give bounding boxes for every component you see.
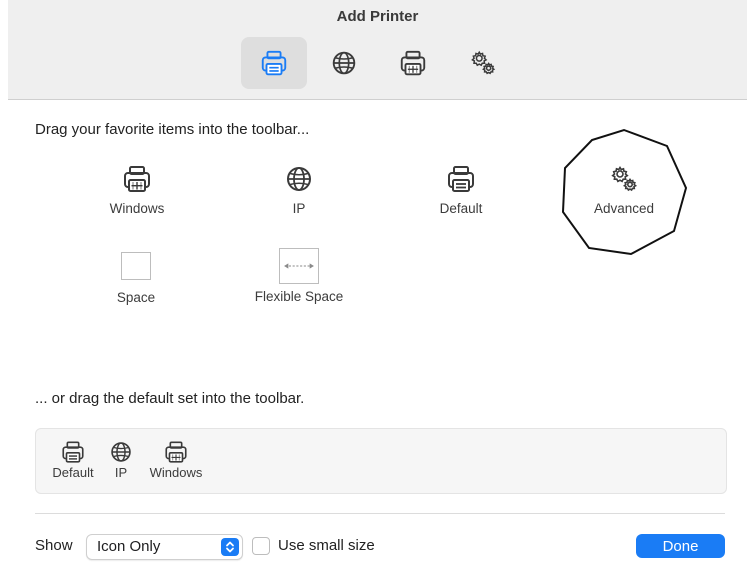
use-small-size-label[interactable]: Use small size [278,537,375,554]
default-set-heading: ... or drag the default set into the too… [35,390,305,407]
show-select[interactable]: Icon Only [86,534,243,560]
palette-item-label: Default [439,201,483,216]
default-set-item-label: Default [52,465,94,480]
palette-item-label: Advanced [593,201,655,216]
flexible-space-placeholder [279,248,319,284]
palette-item-windows[interactable]: Windows [102,163,172,216]
palette-item-label: Windows [109,201,165,216]
globe-icon [108,439,134,465]
windows-printer-icon [398,48,428,78]
default-set-item-windows: Windows [143,439,209,480]
windows-printer-icon [121,163,153,195]
gears-icon [608,163,640,195]
footer-divider [35,513,725,514]
printer-icon [60,439,86,465]
select-arrows-icon [221,538,239,556]
show-select-value: Icon Only [97,538,161,555]
default-set-item-default: Default [48,439,98,480]
palette-item-space[interactable]: Space [101,252,171,305]
palette-item-label: IP [292,201,306,216]
space-placeholder [121,252,151,280]
palette-item-ip[interactable]: IP [264,163,334,216]
toolbar-button-advanced[interactable] [450,37,516,89]
show-label: Show [35,537,73,554]
globe-icon [283,163,315,195]
printer-icon [259,48,289,78]
add-printer-window: Add Printer Drag your favorite items int… [8,0,747,581]
default-set-item-label: Windows [149,465,203,480]
double-arrow-icon [284,263,314,269]
printer-icon [445,163,477,195]
use-small-size-checkbox[interactable] [252,537,270,555]
gears-icon [468,48,498,78]
default-set-item-label: IP [114,465,128,480]
palette-item-label: Flexible Space [254,289,344,304]
titlebar: Add Printer [8,0,747,100]
toolbar-button-ip[interactable] [311,37,377,89]
palette-heading: Drag your favorite items into the toolba… [35,121,310,138]
palette-item-advanced[interactable]: Advanced [584,163,664,216]
default-set-well[interactable]: Default IP Windows [35,428,727,494]
palette-item-default[interactable]: Default [426,163,496,216]
globe-icon [329,48,359,78]
palette-item-label: Space [116,290,156,305]
toolbar-button-windows[interactable] [380,37,446,89]
palette-item-flexible-space[interactable]: Flexible Space [244,248,354,304]
windows-printer-icon [163,439,189,465]
toolbar-button-default[interactable] [241,37,307,89]
window-title: Add Printer [336,8,419,25]
done-button[interactable]: Done [636,534,725,558]
default-set-item-ip: IP [106,439,136,480]
